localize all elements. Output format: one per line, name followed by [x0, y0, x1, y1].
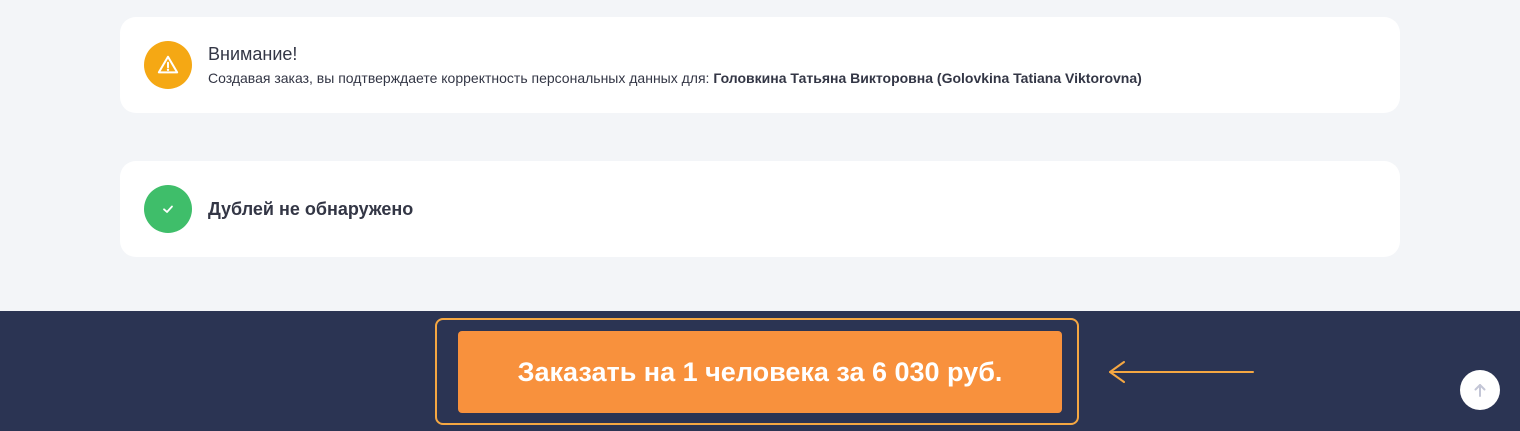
checkmark-icon	[144, 185, 192, 233]
arrow-up-icon	[1474, 384, 1486, 397]
order-footer: Заказать на 1 человека за 6 030 руб.	[0, 311, 1520, 431]
duplicates-status-text: Дублей не обнаружено	[208, 199, 414, 219]
warning-title: Внимание!	[208, 44, 298, 64]
arrow-left-icon	[1109, 361, 1254, 383]
warning-icon	[144, 41, 192, 89]
person-name: Головкина Татьяна Викторовна (Golovkina …	[713, 70, 1142, 86]
duplicates-check-card: Дублей не обнаружено	[120, 161, 1400, 257]
order-button[interactable]: Заказать на 1 человека за 6 030 руб.	[458, 331, 1062, 413]
scroll-to-top-button[interactable]	[1460, 370, 1500, 410]
warning-message-prefix: Создавая заказ, вы подтверждаете коррект…	[208, 70, 714, 86]
warning-message: Создавая заказ, вы подтверждаете коррект…	[208, 69, 1142, 87]
warning-card: Внимание! Создавая заказ, вы подтверждае…	[120, 17, 1400, 113]
